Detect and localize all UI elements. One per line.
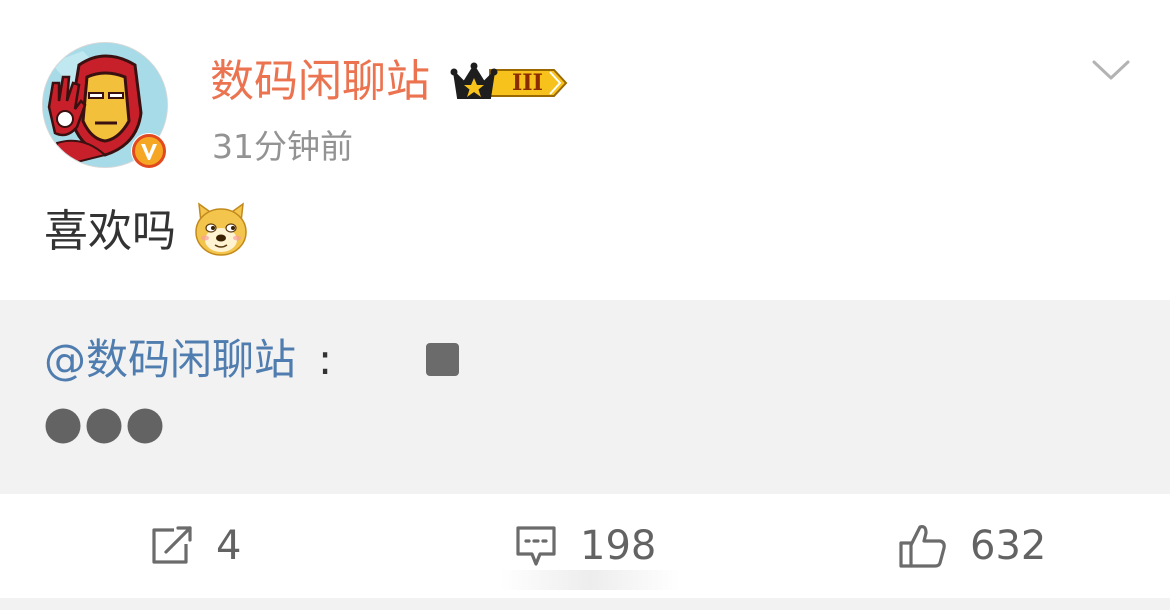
- verified-v-badge-icon: [130, 132, 168, 170]
- redacted-square: [426, 343, 459, 376]
- thumbs-up-icon: [898, 523, 948, 569]
- avatar[interactable]: [42, 42, 168, 170]
- share-icon: [150, 526, 194, 566]
- chevron-down-icon[interactable]: [1088, 54, 1134, 84]
- comment-icon: [514, 524, 558, 568]
- image-smudge: [500, 570, 680, 590]
- like-button[interactable]: 632: [898, 494, 1046, 598]
- post-text: 喜欢吗: [44, 206, 176, 257]
- crown-level-badge-icon[interactable]: III: [450, 60, 568, 106]
- bottom-divider: [0, 598, 1170, 610]
- like-count: 632: [970, 523, 1047, 569]
- repost-mention-link[interactable]: @数码闲聊站: [44, 330, 296, 390]
- post-timestamp: 31分钟前: [212, 127, 353, 166]
- share-button[interactable]: 4: [150, 494, 241, 598]
- redacted-dots: [44, 407, 164, 445]
- doge-emoji-icon: [193, 200, 249, 258]
- share-count: 4: [216, 523, 242, 569]
- level-label: III: [512, 70, 543, 96]
- repost-colon: :: [318, 335, 333, 384]
- author-name[interactable]: 数码闲聊站: [210, 52, 430, 112]
